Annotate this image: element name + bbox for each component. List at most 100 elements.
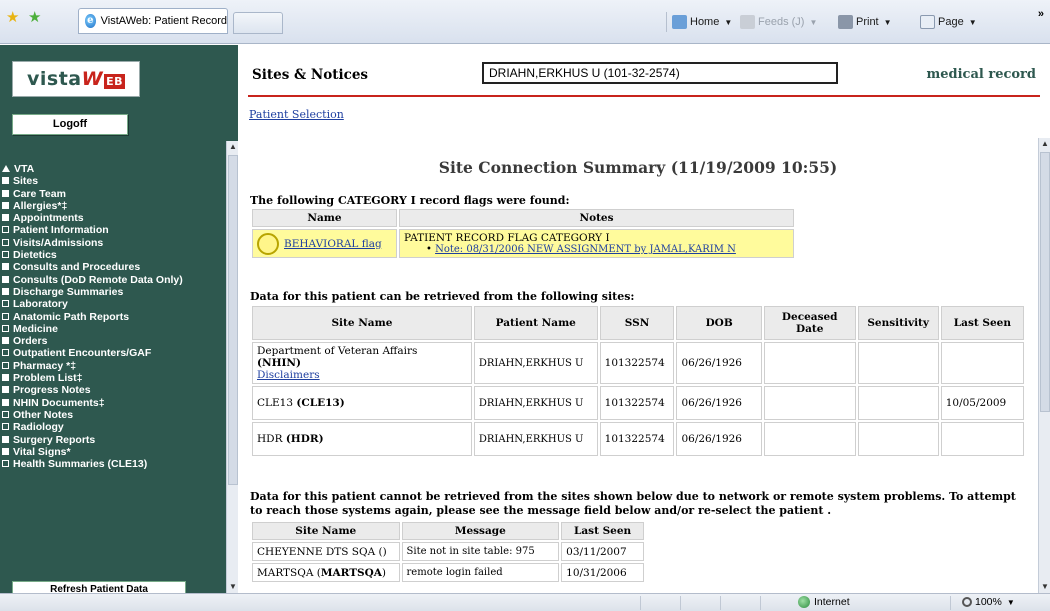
sidebar-item-22[interactable]: Surgery Reports [0,434,226,446]
sidebar-item-9[interactable]: Consults (DoD Remote Data Only) [0,274,226,286]
deceased-date-cell [763,342,856,384]
magnifier-icon [962,597,972,607]
favorites-star-icon[interactable]: ★ [6,10,22,26]
chevron-down-icon[interactable]: ▼ [884,18,892,27]
sidebar-item-18[interactable]: Progress Notes [0,384,226,396]
sidebar-item-21[interactable]: Radiology [0,421,226,433]
chevron-down-icon[interactable]: ▼ [724,18,732,27]
zoom-control[interactable]: 100% ▼ [962,596,1015,608]
sidebar-item-5[interactable]: Patient Information [0,224,226,236]
chevron-down-icon[interactable]: ▼ [969,18,977,27]
scroll-down-icon[interactable]: ▼ [1039,581,1050,593]
tab-title: VistAWeb: Patient Record [100,15,227,27]
expand-box-icon [2,460,9,468]
site-name: MARTSQA [257,566,314,579]
internet-globe-icon [798,596,810,608]
sidebar-item-12[interactable]: Anatomic Path Reports [0,311,226,323]
column-header: SSN [599,306,675,340]
sidebar-item-10[interactable]: Discharge Summaries [0,286,226,298]
ssn-cell: 101322574 [599,342,675,384]
sidebar-item-13[interactable]: Medicine [0,323,226,335]
sidebar-item-19[interactable]: NHIN Documents‡ [0,397,226,409]
sidebar-item-8[interactable]: Consults and Procedures [0,261,226,273]
sidebar-item-11[interactable]: Laboratory [0,298,226,310]
expand-box-icon [2,251,9,259]
chevron-down-icon[interactable]: ▼ [1007,598,1015,607]
square-bullet-icon [2,177,9,185]
table-row: BEHAVIORAL flag PATIENT RECORD FLAG CATE… [252,229,794,258]
sidebar-scrollbar[interactable]: ▲ ▼ [226,141,238,593]
deceased-date-cell [763,422,856,456]
sidebar-item-17[interactable]: Problem List‡ [0,372,226,384]
square-bullet-icon [2,398,9,406]
chevron-down-icon[interactable]: ▼ [809,18,817,27]
sidebar-item-label: VTA [14,163,35,175]
sidebar-item-1[interactable]: Sites [0,175,226,187]
scroll-up-icon[interactable]: ▲ [227,141,238,153]
sidebar-item-3[interactable]: Allergies*‡ [0,200,226,212]
new-tab-button[interactable] [233,12,283,34]
printer-icon [838,15,853,29]
sidebar-item-label: Care Team [13,187,66,200]
table-row: CLE13 (CLE13) DRIAHN,ERKHUS U 101322574 06/… [252,386,1024,420]
site-name-cell: Department of Veteran Affairs (NHIN) Discl… [252,342,472,384]
sidebar-item-14[interactable]: Orders [0,335,226,347]
column-header: Notes [399,209,794,227]
sidebar-item-24[interactable]: Health Summaries (CLE13) [0,458,226,470]
feeds-button[interactable]: Feeds (J) ▼ [740,13,817,31]
sidebar-item-6[interactable]: Visits/Admissions [0,237,226,249]
patient-selection-link[interactable]: Patient Selection [249,108,344,121]
page-button[interactable]: Page ▼ [920,13,977,31]
ie-page-icon: e [85,14,96,28]
site-name: HDR [257,433,283,445]
problem-sites-table: Site Name Message Last Seen CHEYENNE DTS S… [250,520,646,584]
dob-cell: 06/26/1926 [676,386,762,420]
sidebar-item-20[interactable]: Other Notes [0,409,226,421]
sidebar-item-16[interactable]: Pharmacy *‡ [0,360,226,372]
scroll-thumb[interactable] [228,155,238,485]
flag-link[interactable]: BEHAVIORAL flag [284,238,382,250]
security-zone[interactable]: Internet [798,596,850,608]
content-scrollbar[interactable]: ▲ ▼ [1038,138,1050,593]
logoff-button[interactable]: Logoff [12,114,128,135]
status-divider [950,596,951,610]
patient-name-cell: DRIAHN,ERKHUS U [473,342,598,384]
expand-box-icon [2,300,9,308]
browser-toolbar: ★ ★ e VistAWeb: Patient Record Home ▼ Fee… [0,0,1050,44]
patient-name-cell: DRIAHN,ERKHUS U [473,386,598,420]
status-bar: Internet 100% ▼ [0,593,1050,611]
sidebar-item-7[interactable]: Dietetics [0,249,226,261]
dob-cell: 06/26/1926 [676,342,762,384]
sidebar-item-4[interactable]: Appointments [0,212,226,224]
scroll-thumb[interactable] [1040,152,1050,412]
flag-name-cell: BEHAVIORAL flag [252,229,397,258]
expand-box-icon [2,226,9,234]
refresh-patient-data-button[interactable]: Refresh Patient Data [12,581,186,593]
expand-box-icon [2,312,9,320]
sidebar-item-label: NHIN Documents‡ [13,396,105,409]
sidebar: vistaW EB Logoff VTA Sites Care Team Allergi… [0,45,238,593]
sidebar-item-label: Dietetics [13,249,57,262]
browser-tab-active[interactable]: e VistAWeb: Patient Record [78,8,228,34]
print-button[interactable]: Print ▼ [838,13,892,31]
flag-note-link[interactable]: Note: 08/31/2006 NEW ASSIGNMENT by JAMAL… [435,244,736,255]
sidebar-item-23[interactable]: Vital Signs* [0,446,226,458]
sidebar-item-0[interactable]: VTA [0,163,226,175]
sidebar-item-label: Consults (DoD Remote Data Only) [13,273,183,286]
scroll-down-icon[interactable]: ▼ [227,581,238,593]
disclaimers-link[interactable]: Disclaimers [257,369,320,381]
column-header: Site Name [252,522,400,540]
main-content: Site Connection Summary (11/19/2009 10:5… [238,138,1038,593]
patient-field[interactable]: DRIAHN,ERKHUS U (101-32-2574) [482,62,838,84]
sidebar-item-15[interactable]: Outpatient Encounters/GAF [0,347,226,359]
flags-table: Name Notes BEHAVIORAL flag PATIENT RECOR… [250,207,796,260]
sidebar-nav: VTA Sites Care Team Allergies*‡ Appointments… [0,163,226,470]
add-favorites-icon[interactable]: ★ [28,10,44,26]
sidebar-item-2[interactable]: Care Team [0,188,226,200]
home-button[interactable]: Home ▼ [672,13,732,31]
toolbar-overflow-button[interactable]: » [1038,8,1044,20]
logo-w: W [81,68,104,90]
column-header: Last Seen [940,306,1024,340]
square-bullet-icon [2,287,9,295]
scroll-up-icon[interactable]: ▲ [1039,138,1050,150]
